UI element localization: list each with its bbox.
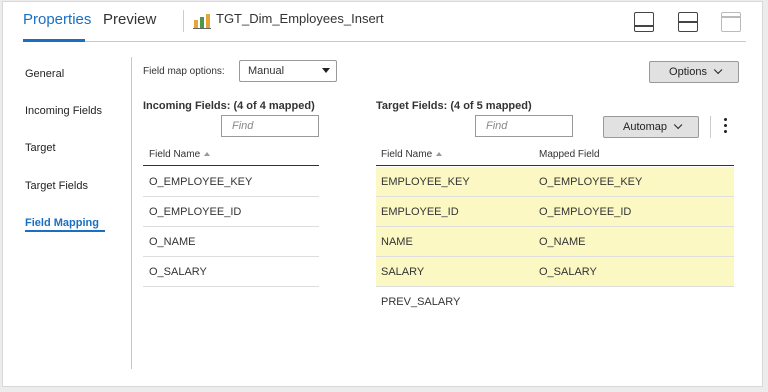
chevron-down-icon xyxy=(713,65,723,75)
incoming-header-field-name[interactable]: Field Name xyxy=(149,149,211,160)
layout-split-panel-icon[interactable] xyxy=(678,12,698,32)
incoming-row[interactable]: O_EMPLOYEE_ID xyxy=(143,197,319,227)
target-row[interactable]: EMPLOYEE_KEY O_EMPLOYEE_KEY xyxy=(376,167,734,197)
sort-ascending-icon xyxy=(204,152,211,156)
target-row[interactable]: PREV_SALARY xyxy=(376,287,734,317)
tab-bar: Properties Preview TGT_Dim_Employees_Ins… xyxy=(23,2,746,42)
target-mapped-field: O_EMPLOYEE_ID xyxy=(539,206,632,218)
target-mapped-field: O_SALARY xyxy=(539,266,597,278)
field-map-options-value: Manual xyxy=(248,65,285,77)
target-field-name: PREV_SALARY xyxy=(381,296,461,308)
nav-item-field-mapping[interactable]: Field Mapping xyxy=(25,217,99,229)
nav-divider xyxy=(131,57,132,369)
caret-down-icon xyxy=(322,68,330,73)
target-row[interactable]: EMPLOYEE_ID O_EMPLOYEE_ID xyxy=(376,197,734,227)
more-options-icon[interactable] xyxy=(724,118,728,136)
field-map-options-label: Field map options: xyxy=(143,66,225,77)
options-button[interactable]: Options xyxy=(649,61,739,83)
layout-top-panel-icon[interactable] xyxy=(721,12,741,32)
incoming-header-label: Field Name xyxy=(149,149,201,160)
incoming-row[interactable]: O_EMPLOYEE_KEY xyxy=(143,167,319,197)
target-table-header: Field Name Mapped Field xyxy=(376,143,734,166)
nav-item-incoming-fields[interactable]: Incoming Fields xyxy=(25,105,102,117)
target-field-name: EMPLOYEE_ID xyxy=(381,206,459,218)
chevron-down-icon xyxy=(673,120,683,130)
target-find-input[interactable]: Find xyxy=(475,115,573,137)
automap-button-label: Automap xyxy=(622,121,668,133)
tab-preview[interactable]: Preview xyxy=(103,11,156,28)
options-button-label: Options xyxy=(669,66,707,78)
nav-item-target[interactable]: Target xyxy=(25,142,56,154)
target-fields-title: Target Fields: (4 of 5 mapped) xyxy=(376,100,532,112)
tab-separator xyxy=(183,10,184,32)
field-map-options-select[interactable]: Manual xyxy=(239,60,337,82)
active-nav-indicator xyxy=(25,230,105,232)
incoming-field-name: O_NAME xyxy=(149,236,196,248)
target-field-name: EMPLOYEE_KEY xyxy=(381,176,470,188)
incoming-field-name: O_SALARY xyxy=(149,266,207,278)
target-mapped-field: O_NAME xyxy=(539,236,586,248)
incoming-fields-title: Incoming Fields: (4 of 4 mapped) xyxy=(143,100,315,112)
toolbar-separator xyxy=(710,116,711,138)
incoming-field-name: O_EMPLOYEE_KEY xyxy=(149,176,253,188)
tab-properties[interactable]: Properties xyxy=(23,11,91,28)
sort-ascending-icon xyxy=(436,152,443,156)
target-header-mapped-field[interactable]: Mapped Field xyxy=(539,149,600,160)
target-mapped-field: O_EMPLOYEE_KEY xyxy=(539,176,643,188)
object-title: TGT_Dim_Employees_Insert xyxy=(216,11,384,26)
active-tab-indicator xyxy=(23,39,85,42)
target-object-icon xyxy=(193,14,211,29)
target-field-name: NAME xyxy=(381,236,413,248)
target-row[interactable]: NAME O_NAME xyxy=(376,227,734,257)
incoming-row[interactable]: O_SALARY xyxy=(143,257,319,287)
nav-item-general[interactable]: General xyxy=(25,68,64,80)
automap-button[interactable]: Automap xyxy=(603,116,699,138)
target-header-field-name[interactable]: Field Name xyxy=(381,149,443,160)
incoming-row[interactable]: O_NAME xyxy=(143,227,319,257)
incoming-table-header: Field Name xyxy=(143,143,319,166)
target-header-label: Field Name xyxy=(381,149,433,160)
target-field-name: SALARY xyxy=(381,266,425,278)
incoming-find-input[interactable]: Find xyxy=(221,115,319,137)
field-mapping-panel: Properties Preview TGT_Dim_Employees_Ins… xyxy=(2,1,763,387)
incoming-field-name: O_EMPLOYEE_ID xyxy=(149,206,242,218)
target-row[interactable]: SALARY O_SALARY xyxy=(376,257,734,287)
nav-item-target-fields[interactable]: Target Fields xyxy=(25,180,88,192)
layout-bottom-panel-icon[interactable] xyxy=(634,12,654,32)
